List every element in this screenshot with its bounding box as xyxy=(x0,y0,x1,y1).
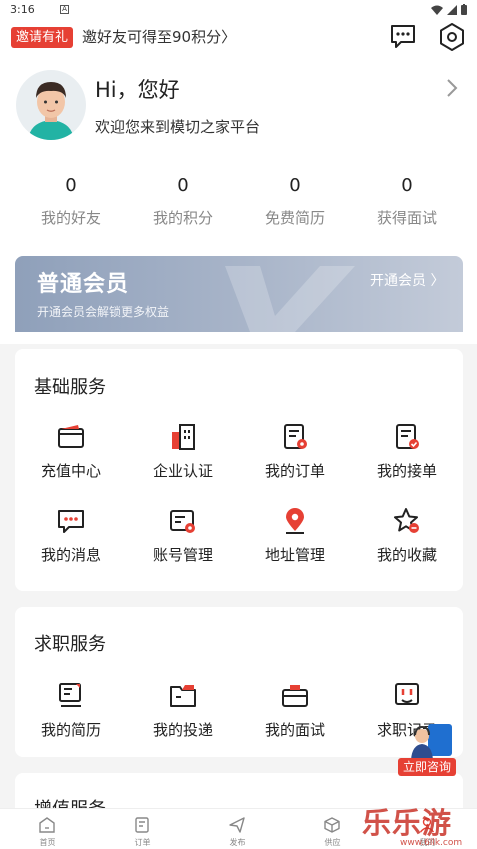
notification-icon: A xyxy=(60,5,69,14)
tab-publish[interactable]: 发布 xyxy=(190,809,285,849)
invite-link[interactable]: 邀好友可得至90积分〉 xyxy=(82,27,236,48)
stat-value: 0 xyxy=(65,175,77,196)
section-title: 基础服务 xyxy=(34,377,106,398)
battery-icon xyxy=(461,4,467,15)
avatar[interactable] xyxy=(16,70,86,140)
briefcase-icon xyxy=(282,685,308,707)
service-my-favorites[interactable]: 我的收藏 xyxy=(351,506,463,590)
accept-order-icon xyxy=(396,424,419,449)
service-label: 充值中心 xyxy=(40,462,101,480)
vip-subtitle: 开通会员会解锁更多权益 xyxy=(37,305,170,319)
service-label: 我的面试 xyxy=(264,721,325,739)
order-icon xyxy=(284,424,307,449)
signal-icon xyxy=(447,4,457,15)
welcome-text: 欢迎您来到模切之家平台 xyxy=(95,118,261,136)
invite-badge[interactable]: 邀请有礼 xyxy=(11,27,74,48)
stat-label: 获得面试 xyxy=(376,209,437,227)
account-manage-icon xyxy=(170,510,195,533)
status-bar: 3:16 A xyxy=(0,0,477,20)
job-services-grid: 我的简历 我的投递 我的面试 求职记录 xyxy=(15,681,463,765)
service-label: 地址管理 xyxy=(264,546,325,564)
tab-home[interactable]: 首页 xyxy=(0,809,95,849)
message-bubble-icon[interactable] xyxy=(389,22,417,50)
stat-label: 我的好友 xyxy=(40,209,101,227)
stat-value: 0 xyxy=(401,175,413,196)
basic-services-card: 基础服务 充值中心 企业认证 我的订单 我的接单 我的消息 账号管理 地址管理 … xyxy=(15,349,463,591)
service-label: 我的订单 xyxy=(264,462,325,480)
folder-icon xyxy=(170,685,196,707)
consult-button[interactable]: 立即咨询 xyxy=(398,722,456,776)
service-account-management[interactable]: 账号管理 xyxy=(127,506,239,590)
service-my-accepted-orders[interactable]: 我的接单 xyxy=(351,422,463,506)
record-icon xyxy=(395,683,419,705)
stat-free-resume[interactable]: 0 免费简历 xyxy=(239,173,351,228)
status-icons xyxy=(431,4,467,15)
customer-service-icon xyxy=(411,724,452,760)
building-icon xyxy=(172,424,195,450)
stat-label: 我的积分 xyxy=(152,209,213,227)
home-icon xyxy=(39,817,55,833)
stats-row: 0 我的好友 0 我的积分 0 免费简历 0 获得面试 xyxy=(15,173,463,228)
service-label: 我的接单 xyxy=(376,462,437,480)
open-vip-link[interactable]: 开通会员 〉 xyxy=(370,270,444,290)
service-label: 账号管理 xyxy=(152,546,213,564)
tab-label: 订单 xyxy=(134,838,151,847)
section-title: 求职服务 xyxy=(34,634,106,655)
status-time: 3:16 xyxy=(10,3,35,16)
supply-icon xyxy=(324,817,340,833)
stat-points[interactable]: 0 我的积分 xyxy=(127,173,239,228)
service-label: 我的简历 xyxy=(40,721,101,739)
service-enterprise-certification[interactable]: 企业认证 xyxy=(127,422,239,506)
service-label: 我的消息 xyxy=(40,546,101,564)
stat-value: 0 xyxy=(177,175,189,196)
greeting: Hi，您好 xyxy=(95,78,180,102)
tab-label: 首页 xyxy=(39,838,56,847)
job-services-card: 求职服务 我的简历 我的投递 我的面试 求职记录 xyxy=(15,607,463,757)
site-watermark-url: www.6llk.com xyxy=(400,838,463,848)
chevron-right-icon: 〉 xyxy=(221,28,237,46)
service-my-resume[interactable]: 我的简历 xyxy=(15,681,127,765)
tab-label: 发布 xyxy=(229,838,246,847)
basic-services-grid: 充值中心 企业认证 我的订单 我的接单 我的消息 账号管理 地址管理 我的收藏 xyxy=(15,422,463,590)
service-address-management[interactable]: 地址管理 xyxy=(239,506,351,590)
stat-interviews[interactable]: 0 获得面试 xyxy=(351,173,463,228)
service-my-orders[interactable]: 我的订单 xyxy=(239,422,351,506)
star-icon xyxy=(394,508,419,533)
service-label: 我的收藏 xyxy=(376,546,437,564)
service-label: 企业认证 xyxy=(152,462,213,480)
service-label: 我的投递 xyxy=(152,721,213,739)
invite-text: 邀好友可得至90积分 xyxy=(82,28,222,46)
stat-label: 免费简历 xyxy=(264,209,325,227)
vip-watermark-icon xyxy=(225,266,355,332)
message-icon xyxy=(58,510,84,533)
wallet-icon xyxy=(58,425,84,448)
orders-tab-icon xyxy=(135,817,149,833)
vip-card[interactable]: 普通会员 开通会员会解锁更多权益 开通会员 〉 xyxy=(15,256,463,332)
service-my-messages[interactable]: 我的消息 xyxy=(15,506,127,590)
stat-friends[interactable]: 0 我的好友 xyxy=(15,173,127,228)
settings-icon[interactable] xyxy=(438,22,466,52)
stat-value: 0 xyxy=(289,175,301,196)
avatar-illustration-icon xyxy=(28,82,74,140)
resume-icon xyxy=(59,683,81,707)
send-icon xyxy=(229,817,245,833)
service-recharge-center[interactable]: 充值中心 xyxy=(15,422,127,506)
wifi-icon xyxy=(431,5,443,15)
service-my-interviews[interactable]: 我的面试 xyxy=(239,681,351,765)
consult-label: 立即咨询 xyxy=(398,758,456,776)
service-my-applications[interactable]: 我的投递 xyxy=(127,681,239,765)
chevron-right-icon[interactable] xyxy=(445,78,459,98)
vip-title: 普通会员 xyxy=(37,272,130,297)
tab-orders[interactable]: 订单 xyxy=(95,809,190,849)
location-icon xyxy=(286,508,304,534)
